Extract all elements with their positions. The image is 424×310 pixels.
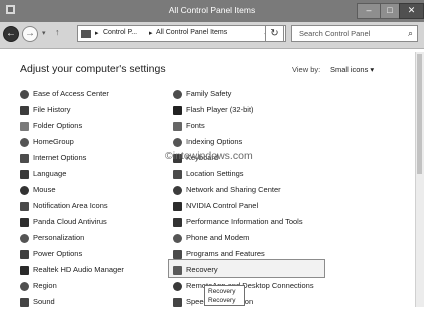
panda-antivirus-icon xyxy=(20,218,29,227)
item-label: Region xyxy=(33,281,57,290)
item-label: Folder Options xyxy=(33,121,83,130)
item-label: Performance Information and Tools xyxy=(186,217,303,226)
realtek-audio-icon xyxy=(20,266,29,275)
homegroup-icon xyxy=(20,138,29,147)
item-label: Internet Options xyxy=(33,153,87,162)
item-label: Flash Player (32-bit) xyxy=(186,105,254,114)
item-label: Mouse xyxy=(33,185,56,194)
minimize-button[interactable]: ‒ xyxy=(357,3,381,19)
indexing-options-icon xyxy=(173,138,182,147)
speech-recognition-icon xyxy=(173,298,182,307)
ease-of-access-icon xyxy=(20,90,29,99)
page-title: Adjust your computer's settings xyxy=(20,63,166,75)
scrollbar-thumb[interactable] xyxy=(417,54,422,174)
up-button[interactable]: ↑ xyxy=(55,27,60,37)
item-label: Programs and Features xyxy=(186,249,265,258)
location-settings-icon xyxy=(173,170,182,179)
recent-locations-button[interactable]: ▾ xyxy=(42,29,46,37)
network-sharing-icon xyxy=(173,186,182,195)
item-label: Personalization xyxy=(33,233,85,242)
vertical-scrollbar[interactable] xyxy=(415,52,424,307)
mouse-icon xyxy=(20,186,29,195)
tooltip-line-1: Recovery xyxy=(208,288,236,295)
tooltip-line-2: Recovery xyxy=(208,297,236,304)
item-label: Realtek HD Audio Manager xyxy=(33,265,124,274)
remoteapp-icon xyxy=(173,282,182,291)
item-label: Ease of Access Center xyxy=(33,89,109,98)
recovery-tooltip: Recovery Recovery xyxy=(204,285,245,306)
item-label: HomeGroup xyxy=(33,137,74,146)
item-label: Recovery xyxy=(186,265,218,274)
item-label: File History xyxy=(33,105,71,114)
folder-options-icon xyxy=(20,122,29,131)
maximize-button[interactable]: □ xyxy=(380,3,400,19)
nvidia-icon xyxy=(173,202,182,211)
sound-icon xyxy=(20,298,29,307)
view-by-label: View by: xyxy=(292,65,321,74)
language-icon xyxy=(20,170,29,179)
search-icon[interactable]: ⌕ xyxy=(408,28,413,39)
item-label: Notification Area Icons xyxy=(33,201,108,210)
search-placeholder: Search Control Panel xyxy=(299,29,371,38)
family-safety-icon xyxy=(173,90,182,99)
item-label: Language xyxy=(33,169,67,178)
title-bar: All Control Panel Items ‒ □ ✕ xyxy=(0,0,424,22)
item-label: Phone and Modem xyxy=(186,233,250,242)
region-icon xyxy=(20,282,29,291)
item-label: Family Safety xyxy=(186,89,232,98)
forward-button[interactable]: → xyxy=(22,26,38,42)
phone-modem-icon xyxy=(173,234,182,243)
control-panel-path-icon xyxy=(81,30,91,38)
breadcrumb-all-items[interactable]: All Control Panel Items xyxy=(156,29,227,36)
fonts-icon xyxy=(173,122,182,131)
flash-player-icon xyxy=(173,106,182,115)
item-label: Network and Sharing Center xyxy=(186,185,281,194)
view-by-dropdown[interactable]: Small icons ▾ xyxy=(330,65,374,74)
performance-icon xyxy=(173,218,182,227)
item-label: Indexing Options xyxy=(186,137,243,146)
item-label: Location Settings xyxy=(186,169,244,178)
file-history-icon xyxy=(20,106,29,115)
item-label: Sound xyxy=(33,297,55,306)
recovery-icon xyxy=(173,266,182,275)
internet-options-icon xyxy=(20,154,29,163)
breadcrumb-sep-1: ▸ xyxy=(95,30,99,37)
item-label: NVIDIA Control Panel xyxy=(186,201,259,210)
breadcrumb-sep-2: ▸ xyxy=(149,30,153,37)
breadcrumb-control-panel[interactable]: Control P... xyxy=(103,29,137,36)
search-input[interactable]: Search Control Panel ⌕ xyxy=(291,25,418,42)
notification-area-icon xyxy=(20,202,29,211)
close-button[interactable]: ✕ xyxy=(399,3,424,19)
address-bar[interactable]: ▸ Control P... ▸ All Control Panel Items… xyxy=(77,25,286,42)
power-options-icon xyxy=(20,250,29,259)
programs-features-icon xyxy=(173,250,182,259)
navigation-bar: ← → ▾ ↑ ▸ Control P... ▸ All Control Pan… xyxy=(0,22,424,49)
item-label: Panda Cloud Antivirus xyxy=(33,217,107,226)
refresh-button[interactable]: ↻ xyxy=(265,25,284,42)
back-button[interactable]: ← xyxy=(3,26,19,42)
watermark-text: ©intowindows.com xyxy=(165,150,253,162)
item-label: Power Options xyxy=(33,249,83,258)
personalization-icon xyxy=(20,234,29,243)
item-label: Fonts xyxy=(186,121,205,130)
